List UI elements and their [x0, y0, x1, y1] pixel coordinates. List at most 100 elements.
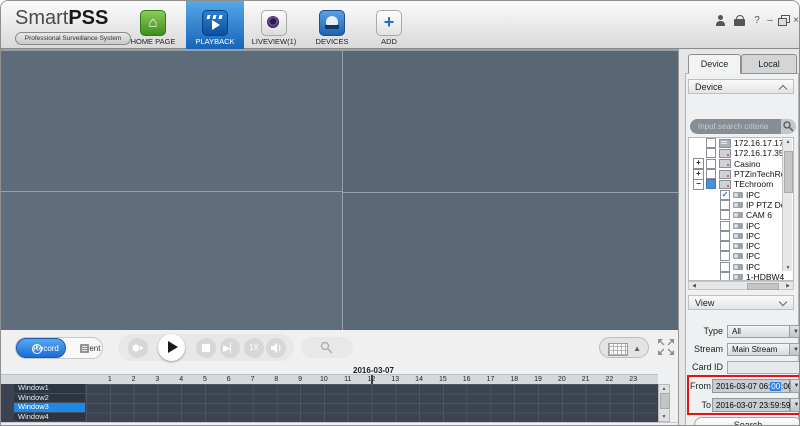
video-pane-1[interactable] — [1, 51, 342, 191]
brand-name: SmartPSS — [15, 7, 109, 29]
video-pane-4[interactable] — [343, 193, 678, 330]
scroll-left-icon[interactable]: ◀ — [689, 283, 699, 289]
tree-checkbox[interactable] — [720, 272, 730, 280]
scroll-down-icon[interactable]: ▼ — [783, 265, 793, 271]
close-button[interactable]: × — [791, 15, 799, 27]
card-id-input[interactable] — [727, 361, 799, 374]
tree-checkbox[interactable] — [720, 241, 730, 252]
view-section-header[interactable]: View — [688, 295, 794, 310]
timeline-scrollbar[interactable]: ▲ ▼ — [658, 384, 670, 422]
device-section-header[interactable]: Device — [688, 79, 794, 94]
event-tab[interactable]: Event — [68, 340, 102, 357]
search-button[interactable] — [781, 119, 796, 134]
stop-button[interactable] — [196, 338, 216, 358]
search-icon — [320, 341, 333, 354]
stream-dropdown[interactable]: Main Stream ▼ — [727, 343, 799, 356]
tab-playback[interactable]: PLAYBACK — [186, 1, 244, 49]
tree-checkbox[interactable]: ✓ — [720, 189, 730, 200]
fullscreen-button[interactable] — [657, 338, 675, 361]
tree-item[interactable]: 172.16.17.17 — [689, 138, 793, 149]
tree-item[interactable]: 172.16.17.35 — [689, 148, 793, 159]
tree-checkbox[interactable] — [720, 230, 730, 241]
tree-horizontal-scrollbar[interactable]: ◀ ▶ — [688, 281, 794, 290]
camera-icon — [733, 191, 743, 198]
brand-tagline: Professional Surveillance System — [15, 32, 131, 45]
minimize-button[interactable]: – — [765, 15, 775, 27]
smart-search-button[interactable] — [301, 337, 353, 358]
scroll-down-icon[interactable]: ▼ — [659, 414, 669, 420]
tree-item[interactable]: ✓ IPC — [689, 189, 793, 200]
type-dropdown[interactable]: All ▼ — [727, 325, 799, 338]
play-button[interactable] — [158, 334, 185, 361]
tab-devices[interactable]: DEVICES — [307, 1, 357, 49]
audio-button[interactable] — [266, 338, 286, 358]
tree-checkbox[interactable] — [720, 210, 730, 221]
tree-item[interactable]: IPC — [689, 230, 793, 241]
tree-item[interactable]: IPC — [689, 241, 793, 252]
scroll-up-icon[interactable]: ▲ — [659, 386, 669, 392]
user-icon[interactable] — [715, 15, 726, 27]
tree-checkbox[interactable] — [720, 220, 730, 231]
tree-vertical-scrollbar[interactable]: ▲ ▼ — [782, 139, 793, 271]
timeline-grid — [86, 384, 657, 422]
device-section-label: Device — [695, 82, 723, 92]
tree-checkbox[interactable] — [720, 261, 730, 272]
hour-tick: 16 — [462, 376, 471, 383]
hour-tick: 11 — [344, 376, 352, 383]
scroll-thumb[interactable] — [660, 393, 670, 409]
tree-checkbox[interactable] — [706, 138, 716, 149]
tree-checkbox[interactable] — [706, 148, 716, 159]
tab-home-page[interactable]: ⌂ HOME PAGE — [127, 1, 179, 49]
timeline-hour-ruler[interactable]: 1234567891011121314151617181920212223 — [1, 374, 658, 384]
next-frame-button[interactable]: ▶▏ — [220, 338, 240, 358]
sidebar-tab-local[interactable]: Local — [741, 54, 797, 74]
sync-play-button[interactable] — [128, 338, 148, 358]
scroll-thumb[interactable] — [784, 151, 793, 193]
home-icon: ⌂ — [140, 10, 166, 36]
scroll-right-icon[interactable]: ▶ — [783, 283, 793, 289]
tab-label: PLAYBACK — [195, 37, 235, 46]
help-button[interactable]: ? — [752, 15, 762, 27]
tree-item[interactable]: IP PTZ Do — [689, 199, 793, 210]
tree-checkbox[interactable] — [706, 179, 716, 190]
camera-icon — [733, 201, 743, 208]
tree-item[interactable]: − TEchroom — [689, 178, 793, 190]
add-icon: + — [376, 10, 402, 36]
layout-select-button[interactable]: ▲ — [599, 337, 649, 358]
tab-liveview[interactable]: LIVEVIEW(1) — [247, 1, 301, 49]
hour-tick: 6 — [226, 376, 231, 383]
tree-item[interactable]: IPC — [689, 220, 793, 231]
record-event-switch: Record Event — [15, 337, 103, 359]
tree-expander[interactable]: − — [693, 178, 704, 190]
tree-item[interactable]: IPC — [689, 251, 793, 262]
window-label[interactable]: Window4 — [14, 412, 85, 422]
tree-checkbox[interactable] — [720, 199, 730, 210]
tree-checkbox[interactable] — [706, 169, 716, 180]
speed-button[interactable]: 1X — [244, 338, 264, 358]
right-sidebar: Device Local Device Input search criteri… — [678, 49, 799, 425]
video-pane-2[interactable] — [343, 51, 678, 192]
tree-item[interactable]: IPC — [689, 261, 793, 272]
tree-item[interactable]: 1-HDBW4 — [689, 272, 793, 280]
tree-checkbox[interactable] — [706, 158, 716, 169]
chevron-down-icon[interactable]: ▼ — [789, 326, 799, 337]
hour-tick: 8 — [274, 376, 279, 383]
maximize-button[interactable] — [778, 15, 790, 27]
tree-checkbox[interactable] — [720, 251, 730, 262]
tree-item[interactable]: + Casino — [689, 158, 793, 170]
chevron-down-icon[interactable]: ▼ — [789, 344, 799, 355]
tab-add[interactable]: + ADD — [367, 1, 411, 49]
lock-icon[interactable] — [734, 15, 745, 27]
tree-item[interactable]: CAM 6 — [689, 210, 793, 221]
search-records-button[interactable]: Search — [694, 417, 799, 425]
tree-item[interactable]: + PTZinTechRo — [689, 168, 793, 180]
record-tab[interactable]: Record — [16, 338, 66, 358]
scroll-up-icon[interactable]: ▲ — [783, 139, 793, 145]
scroll-thumb[interactable] — [747, 283, 779, 290]
video-pane-3[interactable] — [1, 192, 342, 330]
tree-item-label: IP PTZ Do — [746, 199, 786, 210]
search-input[interactable]: Input search criteria — [690, 119, 785, 134]
fullscreen-icon — [658, 339, 674, 355]
sidebar-tab-device[interactable]: Device — [688, 54, 741, 74]
timeline-tracks[interactable]: Window1 Window2 Window3 Window4 — [1, 383, 658, 422]
